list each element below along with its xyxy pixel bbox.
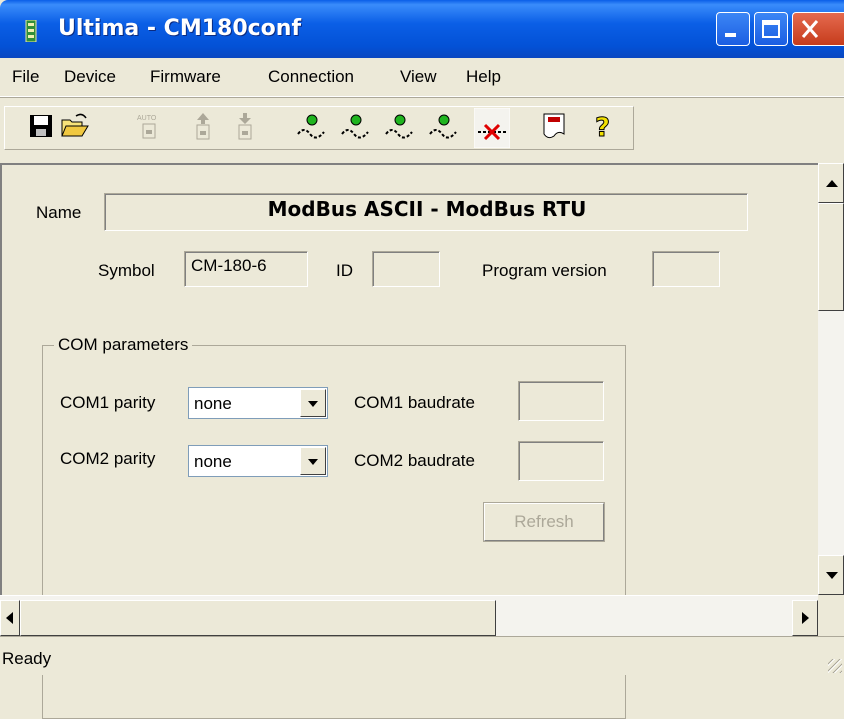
menu-connection[interactable]: Connection (268, 67, 354, 87)
menu-view[interactable]: View (400, 67, 437, 87)
title-bar[interactable]: Ultima - CM180conf (0, 0, 844, 58)
vertical-scrollbar[interactable] (818, 163, 844, 595)
maximize-icon (762, 20, 780, 38)
com2-parity-select[interactable]: none (188, 445, 328, 477)
connect-2-icon[interactable] (340, 112, 370, 140)
toolbar: AUTO ? (0, 97, 844, 160)
com2-baudrate-field[interactable] (518, 441, 604, 481)
arrow-up-icon (826, 180, 838, 187)
maximize-button[interactable] (754, 12, 788, 46)
scroll-right-button[interactable] (792, 600, 818, 636)
com2-baudrate-label: COM2 baudrate (354, 451, 475, 470)
window-title: Ultima - CM180conf (58, 16, 302, 41)
refresh-button: Refresh (483, 502, 605, 542)
status-text: Ready (2, 649, 52, 668)
menu-device[interactable]: Device (64, 67, 116, 87)
form-area: Name ModBus ASCII - ModBus RTU Symbol CM… (0, 163, 818, 719)
program-version-field[interactable] (652, 251, 720, 287)
connect-1-icon[interactable] (296, 112, 326, 140)
scroll-corner (818, 595, 844, 635)
svg-text:?: ? (595, 113, 610, 140)
arrow-down-icon (826, 572, 838, 579)
upload-icon (196, 113, 210, 140)
menu-help[interactable]: Help (466, 67, 501, 87)
menu-bar: File Device Firmware Connection View Hel… (0, 58, 844, 97)
symbol-label: Symbol (98, 261, 155, 280)
chevron-down-icon[interactable] (300, 389, 326, 417)
com1-parity-value: none (194, 394, 232, 413)
app-icon (25, 20, 37, 42)
arrow-right-icon (802, 612, 809, 624)
id-field[interactable] (372, 251, 440, 287)
connect-4-icon[interactable] (428, 112, 458, 140)
scroll-left-button[interactable] (0, 600, 20, 636)
minimize-button[interactable] (716, 12, 750, 46)
help-icon[interactable]: ? (590, 112, 616, 141)
id-label: ID (336, 261, 353, 280)
auto-upload-icon: AUTO (137, 115, 157, 139)
scroll-up-button[interactable] (818, 163, 844, 203)
name-label: Name (36, 203, 82, 222)
com1-baudrate-field[interactable] (518, 381, 604, 421)
save-icon[interactable] (28, 112, 54, 140)
com1-parity-label: COM1 parity (60, 393, 156, 412)
menu-file[interactable]: File (12, 67, 39, 87)
scroll-down-button[interactable] (818, 555, 844, 595)
resize-grip-icon[interactable] (828, 659, 842, 673)
horizontal-scrollbar[interactable] (0, 595, 818, 636)
open-folder-icon[interactable] (60, 112, 90, 140)
vertical-scroll-thumb[interactable] (818, 203, 844, 311)
chevron-down-icon[interactable] (300, 447, 326, 475)
program-version-label: Program version (482, 261, 607, 280)
minimize-icon (725, 33, 736, 37)
download-icon (238, 113, 252, 140)
com2-parity-label: COM2 parity (60, 449, 156, 468)
connect-3-icon[interactable] (384, 112, 414, 140)
menu-firmware[interactable]: Firmware (150, 67, 221, 87)
auto-label: AUTO (137, 115, 157, 122)
com1-baudrate-label: COM1 baudrate (354, 393, 475, 412)
disconnect-icon[interactable] (474, 108, 510, 148)
status-bar: Ready (0, 636, 844, 675)
close-icon (801, 20, 819, 38)
com-parameters-title: COM parameters (54, 335, 193, 355)
symbol-field[interactable]: CM-180-6 (184, 251, 308, 287)
arrow-left-icon (6, 612, 13, 624)
close-button[interactable] (792, 12, 844, 46)
com2-parity-value: none (194, 452, 232, 471)
horizontal-scroll-thumb[interactable] (20, 600, 496, 636)
name-field[interactable]: ModBus ASCII - ModBus RTU (104, 193, 748, 231)
com1-parity-select[interactable]: none (188, 387, 328, 419)
doc-icon[interactable] (540, 112, 570, 140)
